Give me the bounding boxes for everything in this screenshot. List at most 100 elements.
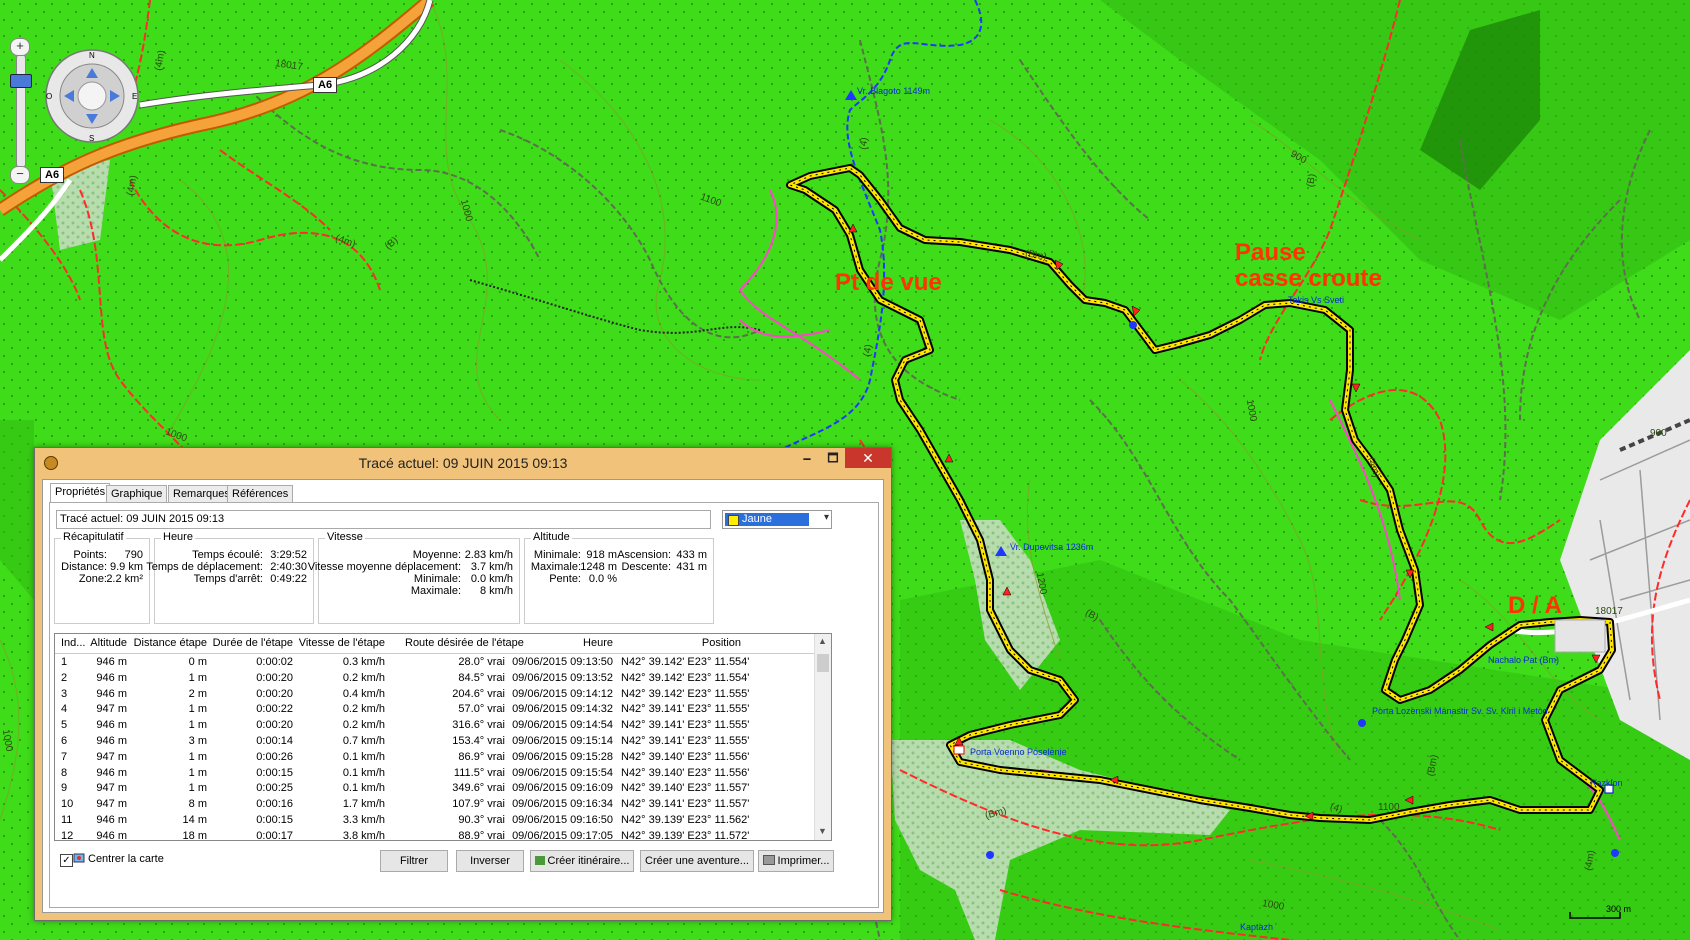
table-cell: 88.9° vrai bbox=[458, 829, 505, 841]
contour-label: 900 bbox=[1650, 428, 1667, 439]
table-cell: 0.2 km/h bbox=[342, 671, 385, 684]
close-button[interactable]: ✕ bbox=[845, 448, 891, 468]
altitude-label: Maximale: bbox=[530, 561, 581, 573]
time-value: 0:49:22 bbox=[270, 573, 307, 585]
filter-button[interactable]: Filtrer bbox=[380, 850, 448, 872]
zoom-out-button[interactable]: − bbox=[10, 166, 30, 184]
table-row[interactable]: 6 946 m3 m 0:00:14 0.7 km/h 153.4° vrai 09/06… bbox=[55, 735, 815, 750]
tab-references[interactable]: Références bbox=[227, 485, 294, 502]
poi-label: Kaptazh bbox=[1240, 922, 1274, 932]
altitude-group: Altitude Minimale: 918 m Maximale: 1248 … bbox=[524, 531, 714, 624]
minimize-button[interactable]: 🗕 bbox=[793, 448, 821, 468]
table-cell: 3.8 km/h bbox=[342, 829, 385, 841]
scroll-thumb[interactable] bbox=[817, 654, 829, 672]
create-route-label: Créer itinéraire... bbox=[547, 855, 630, 867]
table-cell: 0.3 km/h bbox=[342, 656, 385, 668]
table-cell: N42° 39.141' E23° 11.555' bbox=[621, 719, 750, 732]
table-cell: 0.1 km/h bbox=[342, 750, 385, 763]
column-header[interactable]: Heure bbox=[513, 637, 613, 649]
table-cell: 86.9° vrai bbox=[458, 750, 505, 763]
table-cell: N42° 39.140' E23° 11.556' bbox=[621, 750, 750, 763]
table-row[interactable]: 3 946 m2 m 0:00:20 0.4 km/h 204.6° vrai 09/06… bbox=[55, 688, 815, 703]
waypoint-icon bbox=[1129, 321, 1137, 329]
table-cell: 349.6° vrai bbox=[452, 782, 505, 795]
speed-value: 8 km/h bbox=[479, 585, 513, 597]
zoom-slider-thumb[interactable] bbox=[10, 74, 32, 88]
window-titlebar[interactable]: Tracé actuel: 09 JUIN 2015 09:13 🗕 🗖 ✕ bbox=[35, 448, 891, 478]
table-row[interactable]: 2 946 m1 m 0:00:20 0.2 km/h 84.5° vrai 09/06/… bbox=[55, 672, 815, 687]
summary-value: 9.9 km bbox=[109, 561, 143, 573]
table-row[interactable]: 8 946 m1 m 0:00:15 0.1 km/h 111.5° vrai 09/06… bbox=[55, 767, 815, 782]
column-header[interactable]: Route désirée de l'étape bbox=[405, 637, 524, 649]
table-cell: 09/06/2015 09:13:50 bbox=[512, 656, 613, 668]
tab-graph[interactable]: Graphique bbox=[106, 485, 168, 502]
zoom-in-button[interactable]: + bbox=[10, 38, 30, 56]
center-map-checkbox[interactable]: ✓ bbox=[60, 854, 73, 867]
time-title: Heure bbox=[161, 531, 195, 543]
scroll-down-icon[interactable]: ▼ bbox=[818, 826, 827, 836]
table-cell: 09/06/2015 09:16:34 bbox=[512, 798, 613, 811]
table-row[interactable]: 7 947 m1 m 0:00:26 0.1 km/h 86.9° vrai 09/06/… bbox=[55, 751, 815, 766]
time-label: Temps de déplacement: bbox=[146, 561, 263, 573]
summary-label: Points: bbox=[73, 549, 107, 561]
svg-text:O: O bbox=[46, 92, 52, 101]
road-number-label: 18017 bbox=[1595, 606, 1623, 617]
gate-icon bbox=[953, 745, 965, 755]
table-cell: 09/06/2015 09:15:14 bbox=[512, 735, 613, 747]
invert-button[interactable]: Inverser bbox=[456, 850, 524, 872]
column-header[interactable]: Durée de l'étape bbox=[193, 637, 293, 649]
column-header[interactable]: Position bbox=[641, 637, 741, 649]
maximize-button[interactable]: 🗖 bbox=[819, 448, 847, 468]
altitude-label: Pente: bbox=[549, 573, 581, 585]
table-cell: N42° 39.139' E23° 11.562' bbox=[621, 814, 750, 826]
altitude-value: 1248 m bbox=[580, 561, 617, 573]
chevron-down-icon: ▾ bbox=[823, 512, 829, 523]
table-row[interactable]: 4 947 m1 m 0:00:22 0.2 km/h 57.0° vrai 09/06/… bbox=[55, 703, 815, 718]
create-route-button[interactable]: Créer itinéraire... bbox=[530, 850, 634, 872]
route-icon bbox=[534, 856, 545, 865]
track-properties-window: Tracé actuel: 09 JUIN 2015 09:13 🗕 🗖 ✕ P… bbox=[34, 447, 892, 921]
column-header[interactable]: Vitesse de l'étape bbox=[285, 637, 385, 649]
track-name-input[interactable]: Tracé actuel: 09 JUIN 2015 09:13 bbox=[56, 510, 711, 529]
svg-text:N: N bbox=[89, 51, 95, 60]
time-group: Heure Temps écoulé: 3:29:52 Temps de dép… bbox=[146, 531, 314, 624]
column-header[interactable]: Distance étape bbox=[107, 637, 207, 649]
waypoint-icon bbox=[1358, 719, 1366, 727]
annotation-start-finish: D / A bbox=[1508, 592, 1562, 619]
table-row[interactable]: 5 946 m1 m 0:00:20 0.2 km/h 316.6° vrai 09/06… bbox=[55, 719, 815, 734]
table-row[interactable]: 9 947 m1 m 0:00:25 0.1 km/h 349.6° vrai 09/06… bbox=[55, 782, 815, 797]
table-cell: 57.0° vrai bbox=[458, 703, 505, 716]
tab-properties[interactable]: Propriétés bbox=[50, 483, 111, 503]
speed-title: Vitesse bbox=[325, 531, 365, 543]
table-cell: 3.3 km/h bbox=[342, 814, 385, 826]
create-adventure-button[interactable]: Créer une aventure... bbox=[640, 850, 754, 872]
speed-value: 2.83 km/h bbox=[464, 549, 513, 561]
building-icon bbox=[1554, 619, 1606, 653]
table-row[interactable]: 11 946 m 14 m 0:00:15 3.3 km/h 90.3° vrai 09/0… bbox=[55, 814, 815, 829]
color-label: Jaune bbox=[742, 513, 772, 525]
svg-text:S: S bbox=[89, 134, 94, 143]
tab-notes[interactable]: Remarques bbox=[168, 485, 235, 502]
print-button[interactable]: Imprimer... bbox=[758, 850, 834, 872]
altitude-label: Descente: bbox=[621, 561, 671, 573]
zoom-slider-track[interactable] bbox=[16, 54, 26, 168]
scroll-up-icon[interactable]: ▲ bbox=[818, 636, 827, 646]
table-row[interactable]: 12 946 m 18 m 0:00:17 3.8 km/h 88.9° vrai 09/0… bbox=[55, 829, 815, 841]
pan-compass[interactable]: N S O E bbox=[44, 48, 140, 144]
table-row[interactable]: 10 947 m8 m 0:00:16 1.7 km/h 107.9° vrai 09/0… bbox=[55, 798, 815, 813]
table-cell: 09/06/2015 09:14:54 bbox=[512, 719, 613, 732]
table-row[interactable]: 1 946 m0 m 0:00:02 0.3 km/h 28.0° vrai 09/06/… bbox=[55, 656, 815, 671]
table-cell: 107.9° vrai bbox=[452, 798, 505, 811]
window-client: Propriétés Graphique Remarques Référence… bbox=[42, 479, 884, 913]
speed-label: Vitesse moyenne déplacement: bbox=[307, 561, 461, 573]
track-points-table[interactable]: Ind... Altitude Distance étape Durée de l'é… bbox=[54, 633, 832, 841]
vertical-scrollbar[interactable]: ▲ ▼ bbox=[814, 634, 831, 840]
summary-title: Récapitulatif bbox=[61, 531, 126, 543]
poi-label: Porta Voenno Poselenie bbox=[970, 747, 1067, 757]
speed-value: 0.0 km/h bbox=[470, 573, 513, 585]
svg-text:E: E bbox=[132, 92, 137, 101]
time-label: Temps écoulé: bbox=[192, 549, 263, 561]
track-color-select[interactable]: Jaune ▾ bbox=[722, 510, 832, 529]
contour-label: 1100 bbox=[1378, 802, 1400, 813]
poi-label: Vr. Blagoto 1149m bbox=[857, 86, 931, 96]
